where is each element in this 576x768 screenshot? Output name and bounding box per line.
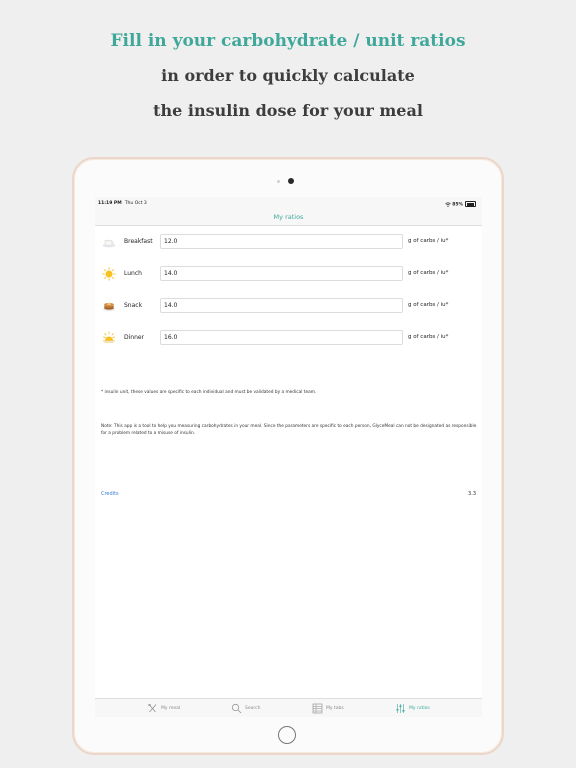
insulin-footnote: * insulin unit, these values are specifi… [101, 390, 317, 395]
ratio-row-dinner: Dinner g of carbs / iu* [95, 328, 482, 348]
home-button[interactable] [278, 726, 296, 744]
status-time-date: 11:19 PM Thu Oct 3 [98, 201, 147, 206]
nav-bar: My ratios [95, 209, 482, 226]
headline-line-2: in order to quickly calculate [161, 66, 415, 85]
wifi-icon [444, 201, 451, 207]
unit-label: g of carbs / iu* [408, 270, 449, 276]
tab-label: My ratios [409, 706, 430, 711]
meal-label-lunch: Lunch [124, 270, 142, 277]
status-date: Thu Oct 3 [124, 201, 147, 206]
tab-label: My meal [161, 706, 181, 711]
page-title: My ratios [273, 213, 304, 221]
ratio-row-breakfast: Breakfast g of carbs / iu* [95, 232, 482, 252]
status-right: 85% [444, 201, 476, 208]
app-screen: 11:19 PM Thu Oct 3 85% My ratios Breakfa… [95, 197, 482, 717]
sliders-icon [396, 704, 405, 713]
table-icon [312, 703, 323, 714]
snack-ratio-input[interactable] [160, 298, 403, 313]
pancakes-icon [103, 302, 115, 312]
battery-percent: 85% [452, 202, 463, 208]
unit-label: g of carbs / iu* [408, 302, 449, 308]
fork-knife-icon [148, 704, 157, 713]
meal-label-snack: Snack [124, 302, 143, 309]
tab-my-meal[interactable]: My meal [147, 702, 180, 715]
credits-link[interactable]: Credits [101, 491, 119, 497]
sunset-icon [103, 331, 115, 343]
status-bar: 11:19 PM Thu Oct 3 85% [95, 197, 482, 209]
ratio-row-snack: Snack g of carbs / iu* [95, 296, 482, 316]
tab-label: My tabs [326, 706, 344, 711]
tablet-frame: 11:19 PM Thu Oct 3 85% My ratios Breakfa… [72, 157, 504, 755]
battery-icon [465, 201, 476, 207]
dinner-ratio-input[interactable] [160, 330, 403, 345]
cup-icon [102, 239, 116, 248]
meal-label-breakfast: Breakfast [124, 238, 153, 245]
search-icon [231, 703, 242, 714]
meal-label-dinner: Dinner [124, 334, 145, 341]
app-version: 3.3 [468, 491, 476, 497]
headline-line-1: Fill in your carbohydrate / unit ratios [110, 31, 466, 51]
sun-icon [102, 267, 116, 281]
disclaimer-note: Note: This app is a tool to help you mea… [101, 424, 477, 436]
tab-search[interactable]: Search [231, 702, 260, 715]
sensor-dot [277, 180, 280, 183]
tab-my-tabs[interactable]: My tabs [312, 702, 344, 715]
breakfast-ratio-input[interactable] [160, 234, 403, 249]
tab-label: Search [245, 706, 261, 711]
tab-bar: My meal Search My tabs My ratios [95, 698, 482, 717]
ratio-row-lunch: Lunch g of carbs / iu* [95, 264, 482, 284]
unit-label: g of carbs / iu* [408, 238, 449, 244]
tab-my-ratios[interactable]: My ratios [395, 702, 430, 715]
unit-label: g of carbs / iu* [408, 334, 449, 340]
status-time: 11:19 PM [98, 201, 122, 206]
camera-dot [288, 178, 294, 184]
headline-line-3: the insulin dose for your meal [153, 101, 423, 120]
lunch-ratio-input[interactable] [160, 266, 403, 281]
